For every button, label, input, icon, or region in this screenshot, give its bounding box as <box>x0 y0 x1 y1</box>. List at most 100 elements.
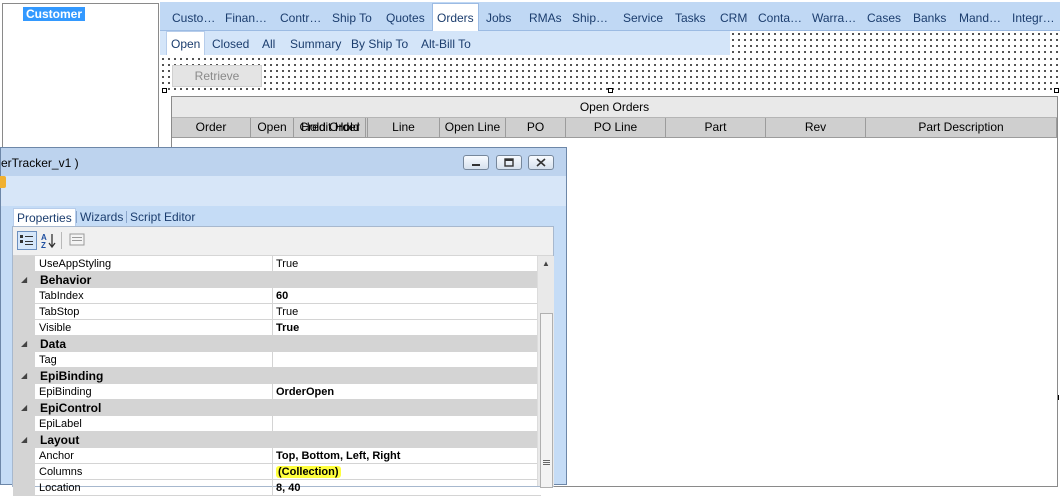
column-header-line[interactable]: Line <box>368 118 440 137</box>
category-label: Behavior <box>40 273 92 287</box>
property-row-columns[interactable]: Columns (Collection) <box>13 464 541 480</box>
property-row-useappstyling[interactable]: UseAppStyling True <box>13 256 541 272</box>
property-value[interactable]: 8, 40 <box>272 480 541 496</box>
property-row-visible[interactable]: Visible True <box>13 320 541 336</box>
subtab-summary[interactable]: Summary <box>290 31 341 55</box>
tab-orders[interactable]: Orders <box>432 3 479 32</box>
tab-ship-to[interactable]: Ship To <box>332 2 372 30</box>
property-value[interactable]: True <box>272 256 541 272</box>
property-row-anchor[interactable]: Anchor Top, Bottom, Left, Right <box>13 448 541 464</box>
property-name: Anchor <box>35 448 276 464</box>
column-header-part-description[interactable]: Part Description <box>866 118 1057 137</box>
collapse-triangle-icon[interactable]: ◢ <box>21 368 27 384</box>
vertical-scrollbar[interactable]: ▲ <box>537 256 554 488</box>
column-header-credit-hold[interactable]: Credit Hold <box>294 118 366 137</box>
properties-window[interactable]: erTracker_v1 ) Properties Wizards Script E… <box>0 147 567 496</box>
tab-tasks[interactable]: Tasks <box>675 2 706 30</box>
window-toolbar <box>1 176 566 206</box>
subtab-alt-bill-to[interactable]: Alt-Bill To <box>421 31 471 55</box>
property-row-tabstop[interactable]: TabStop True <box>13 304 541 320</box>
collapse-triangle-icon[interactable]: ◢ <box>21 336 27 352</box>
property-name: Columns <box>35 464 276 480</box>
tab-script-editor[interactable]: Script Editor <box>130 208 195 226</box>
tab-ship[interactable]: Ship… <box>572 2 608 30</box>
row-gutter <box>13 256 35 272</box>
grid-title: Open Orders <box>172 97 1057 118</box>
tab-cases[interactable]: Cases <box>867 2 901 30</box>
tab-separator <box>76 211 77 223</box>
design-grid-dots <box>730 31 1060 55</box>
property-row-epibinding[interactable]: EpiBinding OrderOpen <box>13 384 541 400</box>
subtab-open[interactable]: Open <box>166 31 206 55</box>
column-header-rev[interactable]: Rev <box>766 118 866 137</box>
resize-handle[interactable] <box>162 88 167 93</box>
tab-service[interactable]: Service <box>623 2 663 30</box>
tab-properties[interactable]: Properties <box>13 208 76 227</box>
tab-conta[interactable]: Conta… <box>758 2 802 30</box>
scroll-up-arrow-icon[interactable]: ▲ <box>538 256 554 272</box>
tree-node-customer[interactable]: Customer <box>23 7 86 21</box>
category-label: EpiControl <box>40 401 102 415</box>
row-gutter <box>13 448 35 464</box>
resize-handle[interactable] <box>1054 88 1059 93</box>
column-header-part[interactable]: Part <box>666 118 766 137</box>
property-row-epilabel[interactable]: EpiLabel <box>13 416 541 432</box>
minimize-button[interactable] <box>463 155 489 170</box>
close-button[interactable] <box>528 155 554 170</box>
property-value[interactable] <box>272 416 541 432</box>
property-row-tag[interactable]: Tag <box>13 352 541 368</box>
property-row-tabindex[interactable]: TabIndex 60 <box>13 288 541 304</box>
tab-contr[interactable]: Contr… <box>280 2 321 30</box>
category-epibinding[interactable]: ◢ EpiBinding <box>13 368 537 384</box>
row-gutter <box>13 352 35 368</box>
column-header-open-line[interactable]: Open Line <box>440 118 506 137</box>
categorized-view-button[interactable] <box>17 231 37 250</box>
window-title-bar[interactable]: erTracker_v1 ) <box>1 148 566 177</box>
collapse-triangle-icon[interactable]: ◢ <box>21 432 27 448</box>
category-layout[interactable]: ◢ Layout <box>13 432 537 448</box>
subtab-by-ship-to[interactable]: By Ship To <box>351 31 408 55</box>
property-value[interactable] <box>272 352 541 368</box>
tab-custo[interactable]: Custo… <box>172 2 215 30</box>
property-value[interactable]: Top, Bottom, Left, Right <box>272 448 541 464</box>
subtab-closed[interactable]: Closed <box>212 31 249 55</box>
tab-crm[interactable]: CRM <box>720 2 747 30</box>
tab-integr[interactable]: Integr… <box>1012 2 1055 30</box>
property-value[interactable]: True <box>272 304 541 320</box>
tab-rmas[interactable]: RMAs <box>529 2 562 30</box>
tab-jobs[interactable]: Jobs <box>486 2 511 30</box>
tab-finan[interactable]: Finan… <box>225 2 267 30</box>
property-pages-button[interactable] <box>67 231 87 250</box>
tab-warra[interactable]: Warra… <box>812 2 856 30</box>
property-name: Visible <box>35 320 276 336</box>
property-value[interactable]: (Collection) <box>272 464 541 480</box>
tab-wizards[interactable]: Wizards <box>80 208 123 226</box>
collapse-triangle-icon[interactable]: ◢ <box>21 272 27 288</box>
column-header-po[interactable]: PO <box>506 118 566 137</box>
scrollbar-thumb[interactable] <box>540 313 553 488</box>
tab-quotes[interactable]: Quotes <box>386 2 425 30</box>
category-behavior[interactable]: ◢ Behavior <box>13 272 537 288</box>
column-header-order[interactable]: Order <box>172 118 251 137</box>
alphabetical-sort-button[interactable]: A Z <box>39 231 59 250</box>
category-epicontrol[interactable]: ◢ EpiControl <box>13 400 537 416</box>
property-value[interactable]: OrderOpen <box>272 384 541 400</box>
row-gutter <box>13 416 35 432</box>
retrieve-button[interactable]: Retrieve <box>172 65 262 87</box>
column-header-open[interactable]: Open <box>251 118 294 137</box>
category-data[interactable]: ◢ Data <box>13 336 537 352</box>
alphabetical-sort-icon: A Z <box>41 233 56 250</box>
grid-column-header: Order Open Hold Order Credit Hold Line Open L… <box>172 118 1057 138</box>
property-row-location[interactable]: Location 8, 40 <box>13 480 541 496</box>
tab-mand[interactable]: Mand… <box>959 2 1001 30</box>
column-header-po-line[interactable]: PO Line <box>566 118 666 137</box>
property-value[interactable]: 60 <box>272 288 541 304</box>
subtab-all[interactable]: All <box>262 31 275 55</box>
collapse-triangle-icon[interactable]: ◢ <box>21 400 27 416</box>
property-name: Location <box>35 480 276 496</box>
resize-handle[interactable] <box>608 88 613 93</box>
restore-button[interactable] <box>496 155 522 170</box>
tab-banks[interactable]: Banks <box>913 2 946 30</box>
highlighted-value[interactable]: (Collection) <box>276 466 341 478</box>
property-value[interactable]: True <box>272 320 541 336</box>
